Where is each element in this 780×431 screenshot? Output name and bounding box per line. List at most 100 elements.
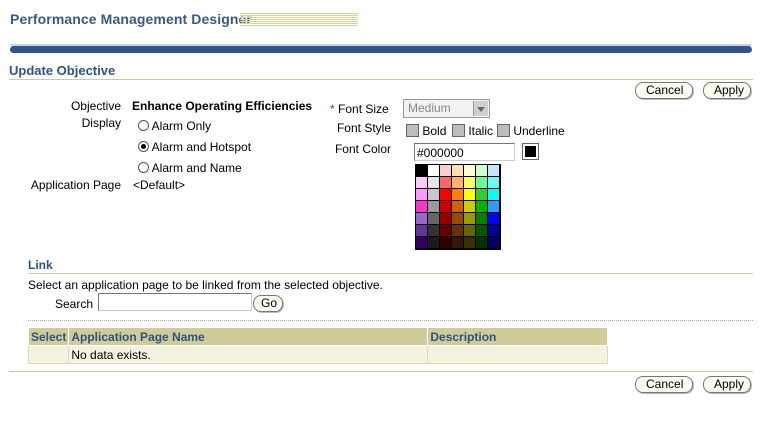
color-cell[interactable]: [428, 165, 439, 176]
color-cell[interactable]: [440, 213, 451, 224]
application-page-value: <Default>: [133, 178, 186, 192]
checkbox-label: Italic: [468, 124, 494, 138]
radio-label: Alarm and Name: [151, 161, 242, 175]
search-input[interactable]: [98, 293, 252, 311]
display-option-alarm-name[interactable]: Alarm and Name: [138, 161, 242, 175]
table-cell-select: [27, 345, 70, 364]
app-title: Performance Management Designer: [10, 11, 252, 27]
page-title: Update Objective: [9, 63, 116, 78]
color-cell[interactable]: [488, 189, 499, 200]
color-cell[interactable]: [416, 165, 427, 176]
objective-value: Enhance Operating Efficiencies: [132, 99, 313, 113]
color-cell[interactable]: [476, 213, 487, 224]
color-cell[interactable]: [452, 225, 463, 236]
checkbox-italic[interactable]: [452, 124, 465, 137]
apply-button-top[interactable]: Apply: [703, 82, 751, 99]
color-cell[interactable]: [428, 213, 439, 224]
color-cell[interactable]: [440, 225, 451, 236]
color-cell[interactable]: [488, 177, 499, 188]
color-cell[interactable]: [464, 201, 475, 212]
color-cell[interactable]: [440, 201, 451, 212]
color-cell[interactable]: [440, 189, 451, 200]
color-cell[interactable]: [476, 237, 487, 248]
checkbox-underline[interactable]: [497, 124, 510, 137]
color-cell[interactable]: [428, 225, 439, 236]
display-option-alarm-only[interactable]: Alarm Only: [138, 119, 211, 133]
table-header-row: Select Application Page Name Description: [27, 327, 608, 346]
color-cell[interactable]: [476, 201, 487, 212]
color-palette[interactable]: [415, 164, 501, 250]
color-cell[interactable]: [464, 237, 475, 248]
color-cell[interactable]: [464, 213, 475, 224]
font-size-select[interactable]: Medium: [403, 99, 490, 118]
link-divider: [28, 273, 753, 274]
color-cell[interactable]: [488, 165, 499, 176]
color-cell[interactable]: [416, 237, 427, 248]
color-cell[interactable]: [464, 165, 475, 176]
display-option-alarm-hotspot[interactable]: Alarm and Hotspot: [138, 140, 251, 154]
column-header-description[interactable]: Description: [427, 327, 608, 346]
display-label: Display: [81, 116, 121, 130]
color-cell[interactable]: [452, 213, 463, 224]
font-color-input[interactable]: #000000: [414, 143, 515, 161]
radio-alarm-only[interactable]: [138, 120, 149, 131]
color-cell[interactable]: [488, 201, 499, 212]
color-swatch-button[interactable]: [522, 143, 539, 160]
header-bar: [10, 44, 752, 53]
color-cell[interactable]: [452, 165, 463, 176]
link-instructions: Select an application page to be linked …: [28, 278, 383, 292]
column-header-page-name[interactable]: Application Page Name: [68, 327, 429, 346]
font-style-italic[interactable]: Italic: [452, 124, 493, 138]
checkbox-bold[interactable]: [406, 124, 419, 137]
color-cell[interactable]: [428, 177, 439, 188]
chevron-down-icon[interactable]: [473, 101, 488, 116]
checkbox-label: Underline: [513, 124, 565, 138]
color-cell[interactable]: [440, 237, 451, 248]
color-cell[interactable]: [488, 213, 499, 224]
color-cell[interactable]: [440, 165, 451, 176]
font-style-label: Font Style: [336, 121, 391, 135]
color-cell[interactable]: [488, 237, 499, 248]
color-cell[interactable]: [416, 225, 427, 236]
color-cell[interactable]: [488, 225, 499, 236]
results-table: Select Application Page Name Description…: [27, 327, 608, 364]
font-style-bold[interactable]: Bold: [406, 124, 446, 138]
objective-label: Objective: [70, 99, 121, 113]
color-cell[interactable]: [416, 201, 427, 212]
radio-label: Alarm Only: [151, 119, 212, 133]
color-cell[interactable]: [440, 177, 451, 188]
table-cell-description: [427, 345, 608, 364]
color-cell[interactable]: [428, 201, 439, 212]
go-button[interactable]: Go: [253, 295, 283, 312]
color-cell[interactable]: [452, 201, 463, 212]
color-cell[interactable]: [428, 237, 439, 248]
color-cell[interactable]: [416, 189, 427, 200]
color-cell[interactable]: [452, 189, 463, 200]
current-color-swatch: [525, 146, 536, 157]
color-cell[interactable]: [428, 189, 439, 200]
title-divider: [9, 79, 753, 80]
color-cell[interactable]: [464, 189, 475, 200]
column-header-select[interactable]: Select: [27, 327, 70, 346]
bottom-divider: [9, 371, 753, 372]
color-cell[interactable]: [452, 177, 463, 188]
cancel-button-bottom[interactable]: Cancel: [635, 376, 693, 393]
color-cell[interactable]: [452, 237, 463, 248]
cancel-button-top[interactable]: Cancel: [635, 82, 693, 99]
radio-alarm-hotspot[interactable]: [138, 141, 149, 152]
color-cell[interactable]: [464, 225, 475, 236]
dotted-separator: [28, 320, 753, 321]
color-cell[interactable]: [476, 165, 487, 176]
color-cell[interactable]: [476, 189, 487, 200]
color-cell[interactable]: [464, 177, 475, 188]
table-row: No data exists.: [27, 345, 608, 364]
brand-decoration: [240, 13, 358, 27]
color-cell[interactable]: [476, 177, 487, 188]
apply-button-bottom[interactable]: Apply: [703, 376, 751, 393]
radio-alarm-name[interactable]: [138, 162, 149, 173]
color-cell[interactable]: [476, 225, 487, 236]
color-cell[interactable]: [416, 213, 427, 224]
font-style-underline[interactable]: Underline: [497, 124, 565, 138]
color-cell[interactable]: [416, 177, 427, 188]
required-indicator: *: [330, 102, 335, 116]
